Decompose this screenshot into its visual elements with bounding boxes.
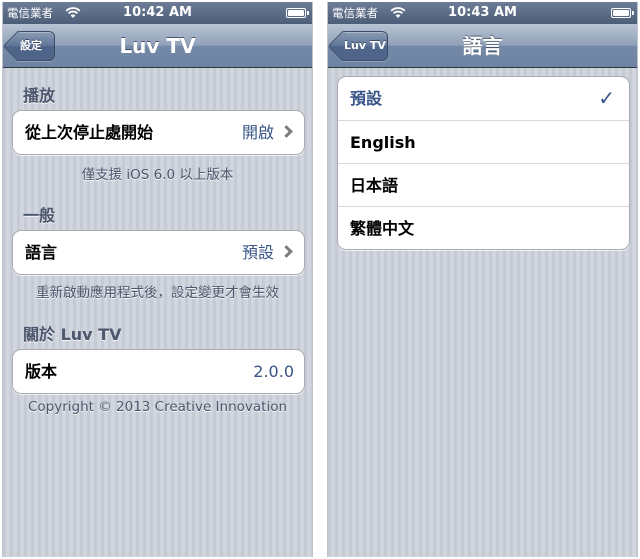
language-list: 預設 ✓ English 日本語繁體中文	[337, 76, 630, 250]
chevron-right-icon	[280, 125, 293, 138]
section-header-general: 一般	[23, 206, 56, 225]
back-button[interactable]: 設定	[17, 31, 55, 61]
language-option-label: 預設	[350, 89, 383, 108]
section-header-playback: 播放	[23, 86, 56, 105]
row-value: 2.0.0	[253, 362, 294, 381]
language-option[interactable]: English	[338, 120, 629, 163]
row-label: 語言	[25, 243, 58, 262]
status-time: 10:43 AM	[448, 5, 517, 20]
battery-fill	[613, 10, 629, 16]
language-option[interactable]: 預設 ✓	[338, 77, 629, 120]
language-option-label: 繁體中文	[350, 219, 415, 238]
row-value: 開啟	[241, 123, 274, 142]
chevron-right-icon	[280, 245, 293, 258]
language-screen: 電信業者 10:43 AM 語言 Luv TV 預設 ✓ English 日本語繁體中…	[327, 2, 638, 557]
status-bar: 電信業者 10:43 AM	[328, 2, 637, 24]
section-header-about: 關於 Luv TV	[23, 325, 122, 344]
row-value: 預設	[241, 243, 274, 262]
playback-group: 從上次停止處開始 開啟	[12, 110, 305, 155]
battery-fill	[288, 10, 304, 16]
row-label: 版本	[25, 362, 58, 381]
section-footer-playback: 僅支援 iOS 6.0 以上版本	[81, 167, 234, 183]
battery-icon	[611, 8, 634, 18]
resume-playback-row[interactable]: 從上次停止處開始 開啟	[13, 111, 304, 154]
status-bar: 電信業者 10:42 AM	[3, 2, 312, 24]
about-group: 版本 2.0.0	[12, 349, 305, 394]
copyright-text: Copyright © 2013 Creative Innovation	[27, 399, 288, 415]
language-option[interactable]: 繁體中文	[338, 206, 629, 249]
section-footer-general: 重新啟動應用程式後，設定變更才會生效	[36, 285, 279, 301]
version-row[interactable]: 版本 2.0.0	[13, 350, 304, 393]
language-option-label: 日本語	[350, 176, 399, 195]
navigation-bar: Luv TV 設定	[3, 24, 312, 68]
status-time: 10:42 AM	[123, 5, 192, 20]
back-button-label: 設定	[20, 39, 42, 52]
back-button[interactable]: Luv TV	[342, 31, 388, 61]
general-group: 語言 預設	[12, 230, 305, 275]
back-button-label: Luv TV	[344, 39, 386, 52]
navigation-bar: 語言 Luv TV	[328, 24, 637, 68]
row-label: 從上次停止處開始	[25, 123, 154, 142]
settings-screen: 電信業者 10:42 AM Luv TV 設定 播放 從上次停止處開始 開啟 僅…	[2, 2, 313, 557]
checkmark-icon: ✓	[598, 86, 615, 110]
language-row[interactable]: 語言 預設	[13, 231, 304, 274]
language-option[interactable]: 日本語	[338, 163, 629, 206]
language-option-label: English	[350, 133, 416, 152]
battery-icon	[286, 8, 309, 18]
